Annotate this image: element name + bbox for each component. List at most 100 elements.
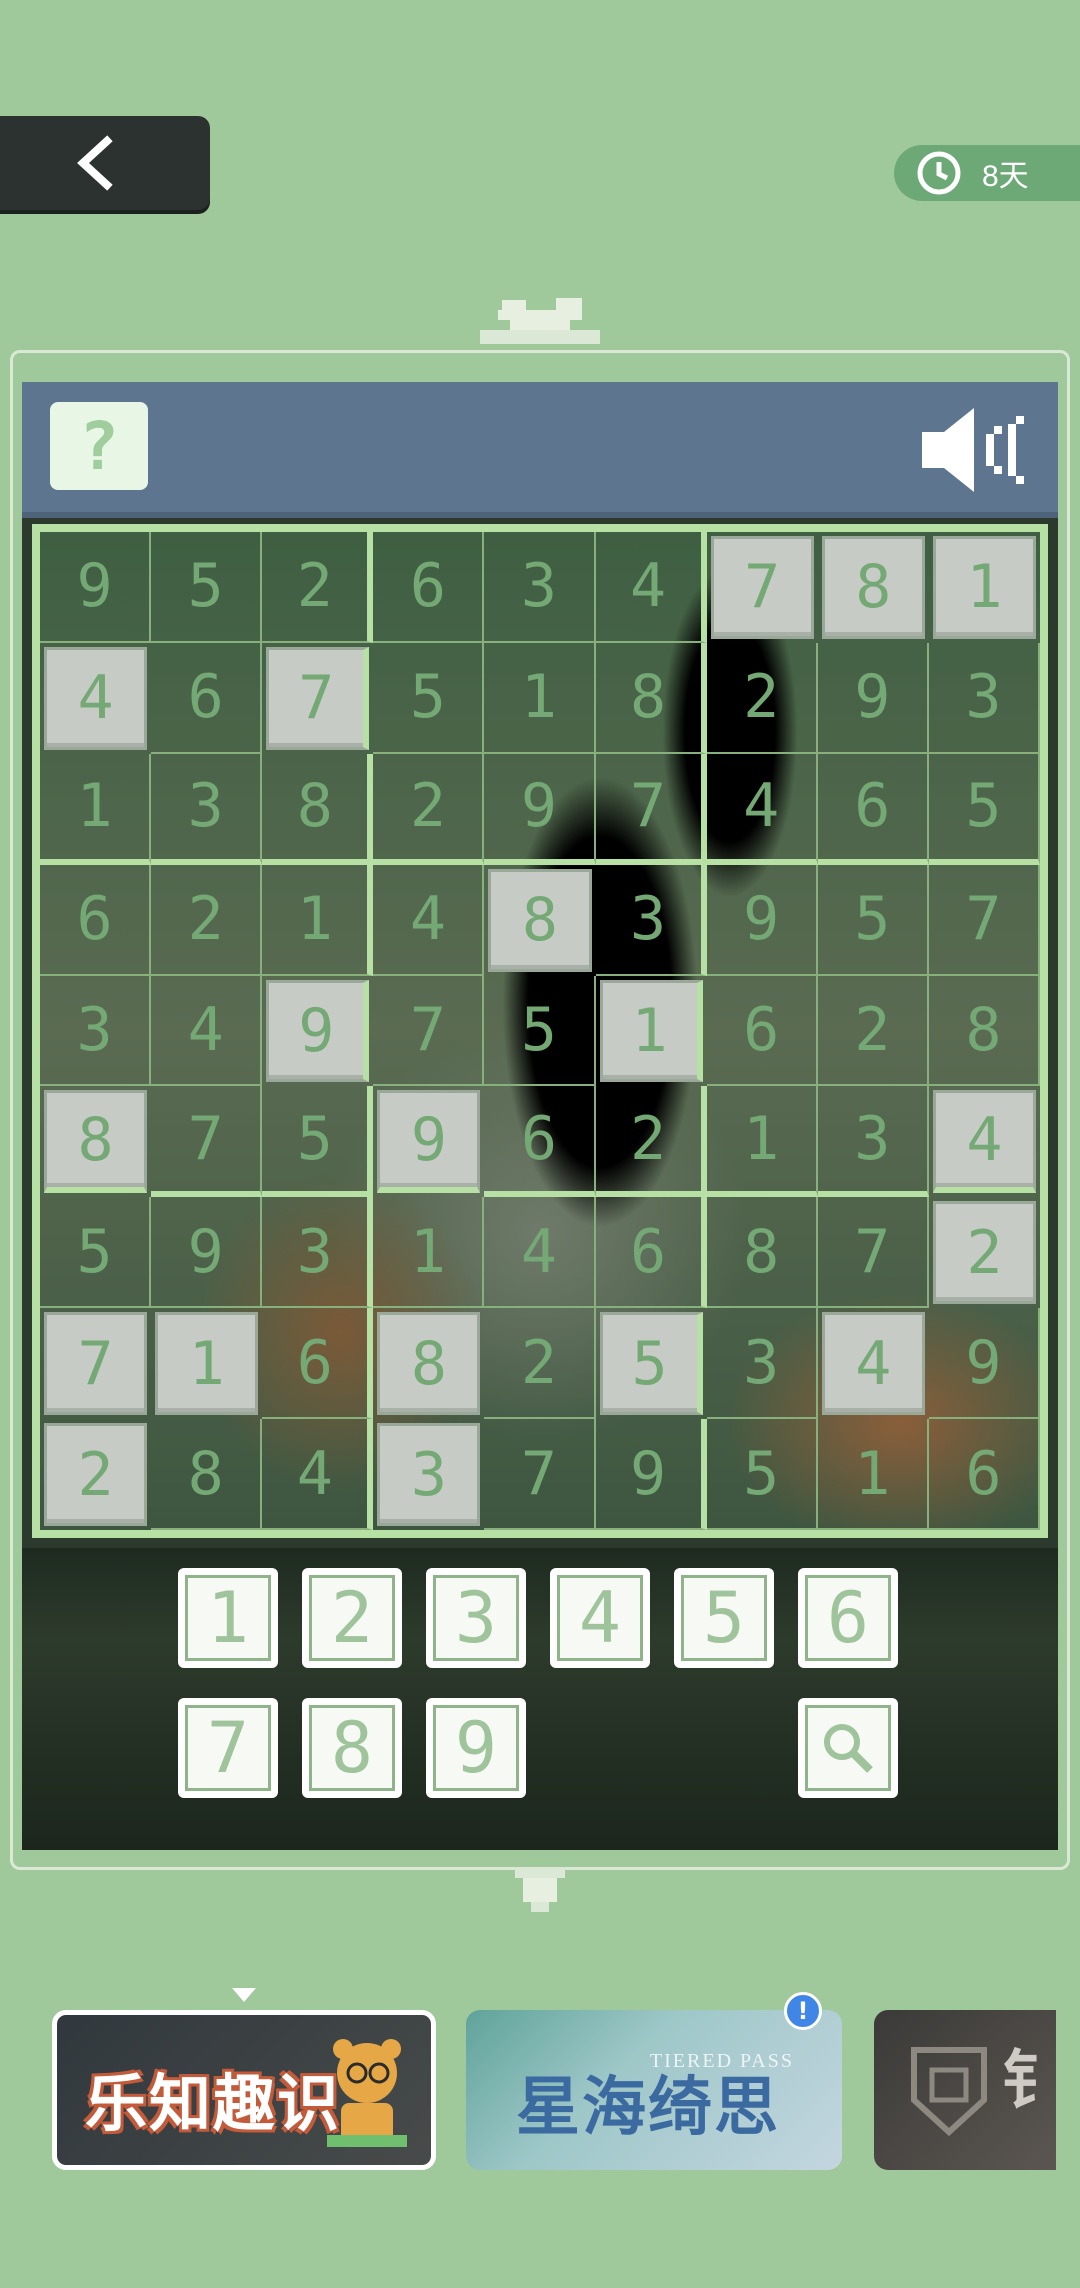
board-cell[interactable]: 7	[710, 536, 814, 639]
board-cell[interactable]: 4	[932, 1090, 1036, 1194]
board-cell[interactable]: 6	[40, 864, 152, 976]
board-cell[interactable]: 2	[151, 864, 263, 976]
hint-button[interactable]	[798, 1698, 898, 1798]
board-cell[interactable]: 6	[151, 642, 263, 754]
board-cell[interactable]: 5	[928, 753, 1040, 865]
board-cell[interactable]: 2	[817, 975, 929, 1087]
board-cell[interactable]: 8	[821, 536, 925, 639]
board-cell[interactable]: 2	[262, 532, 374, 643]
board-cell[interactable]: 9	[266, 979, 370, 1083]
number-key-8[interactable]: 8	[302, 1698, 402, 1798]
frame-ornament-bottom	[515, 1868, 565, 1912]
board-cell[interactable]: 7	[928, 864, 1040, 976]
board-cell[interactable]: 8	[595, 642, 707, 754]
board-cell[interactable]: 7	[595, 753, 707, 865]
board-cell[interactable]: 9	[484, 753, 596, 865]
chevron-left-icon	[77, 135, 113, 191]
board-cell[interactable]: 9	[706, 864, 818, 976]
board-cell[interactable]: 4	[706, 753, 818, 865]
back-button[interactable]	[0, 116, 210, 210]
event-card-partial[interactable]: 钅	[874, 2010, 1056, 2170]
board-cell[interactable]: 9	[817, 642, 929, 754]
board-cell[interactable]: 8	[488, 868, 592, 972]
board-cell[interactable]: 5	[151, 532, 263, 643]
board-cell[interactable]: 3	[817, 1086, 929, 1198]
board-cell[interactable]: 6	[706, 975, 818, 1087]
board-cell[interactable]: 7	[484, 1419, 596, 1530]
board-cell[interactable]: 2	[484, 1308, 596, 1420]
board-cell[interactable]: 3	[928, 642, 1040, 754]
board-cell[interactable]: 8	[377, 1312, 481, 1416]
board-cell[interactable]: 4	[821, 1312, 925, 1416]
board-cell[interactable]: 7	[373, 975, 485, 1087]
board-cell[interactable]: 4	[595, 532, 707, 643]
board-cell[interactable]: 8	[928, 975, 1040, 1087]
board-cell[interactable]: 8	[706, 1197, 818, 1309]
board-cell[interactable]: 3	[262, 1197, 374, 1309]
board-cell[interactable]: 5	[817, 864, 929, 976]
board-cell[interactable]: 3	[484, 532, 596, 643]
board-cell[interactable]: 6	[817, 753, 929, 865]
board-cell[interactable]: 4	[373, 864, 485, 976]
board-cell[interactable]: 5	[262, 1086, 374, 1198]
board-cell[interactable]: 2	[706, 642, 818, 754]
board-cell[interactable]: 5	[40, 1197, 152, 1309]
speaker-icon[interactable]	[920, 402, 1036, 498]
board-cell[interactable]: 5	[706, 1419, 818, 1530]
board-cell[interactable]: 9	[928, 1308, 1040, 1420]
number-key-3[interactable]: 3	[426, 1568, 526, 1668]
board-cell[interactable]: 3	[595, 864, 707, 976]
board-cell[interactable]: 8	[44, 1090, 148, 1194]
board-cell[interactable]: 5	[484, 975, 596, 1087]
board-cell[interactable]: 6	[928, 1419, 1040, 1530]
board-cell[interactable]: 1	[932, 536, 1036, 639]
board-cell[interactable]: 2	[932, 1201, 1036, 1305]
board-cell[interactable]: 2	[595, 1086, 707, 1198]
number-key-6[interactable]: 6	[798, 1568, 898, 1668]
board-cell[interactable]: 5	[599, 1312, 703, 1416]
board-cell[interactable]: 6	[262, 1308, 374, 1420]
board-cell[interactable]: 1	[599, 979, 703, 1083]
help-button[interactable]: ?	[50, 402, 148, 490]
board-cell[interactable]: 9	[151, 1197, 263, 1309]
number-key-9[interactable]: 9	[426, 1698, 526, 1798]
board-cell[interactable]: 4	[262, 1419, 374, 1530]
number-key-4[interactable]: 4	[550, 1568, 650, 1668]
board-cell[interactable]: 6	[373, 532, 485, 643]
board-cell[interactable]: 7	[44, 1312, 148, 1416]
board-cell[interactable]: 3	[706, 1308, 818, 1420]
board-cell[interactable]: 1	[262, 864, 374, 976]
board-cell[interactable]: 7	[151, 1086, 263, 1198]
board-cell[interactable]: 9	[40, 532, 152, 643]
board-cell[interactable]: 1	[373, 1197, 485, 1309]
board-cell[interactable]: 9	[377, 1090, 481, 1194]
board-cell[interactable]: 3	[377, 1423, 481, 1526]
board-cell[interactable]: 7	[817, 1197, 929, 1309]
board-cell[interactable]: 9	[595, 1419, 707, 1530]
number-key-1[interactable]: 1	[178, 1568, 278, 1668]
board-cell[interactable]: 3	[151, 753, 263, 865]
sudoku-board: 9526347814675182931382974656214839573497…	[32, 524, 1048, 1538]
board-cell[interactable]: 4	[484, 1197, 596, 1309]
event-card-knowledge[interactable]: 乐知趣识	[52, 2010, 436, 2170]
board-cell[interactable]: 8	[262, 753, 374, 865]
board-cell[interactable]: 4	[151, 975, 263, 1087]
board-cell[interactable]: 2	[373, 753, 485, 865]
number-key-2[interactable]: 2	[302, 1568, 402, 1668]
board-cell[interactable]: 8	[151, 1419, 263, 1530]
board-cell[interactable]: 2	[44, 1423, 148, 1526]
board-cell[interactable]: 4	[44, 646, 148, 750]
board-cell[interactable]: 6	[595, 1197, 707, 1309]
board-cell[interactable]: 3	[40, 975, 152, 1087]
board-cell[interactable]: 1	[706, 1086, 818, 1198]
board-cell[interactable]: 1	[40, 753, 152, 865]
board-cell[interactable]: 1	[484, 642, 596, 754]
board-cell[interactable]: 1	[817, 1419, 929, 1530]
number-key-7[interactable]: 7	[178, 1698, 278, 1798]
board-cell[interactable]: 6	[484, 1086, 596, 1198]
board-cell[interactable]: 5	[373, 642, 485, 754]
board-cell[interactable]: 7	[266, 646, 370, 750]
event-card-tiered-pass[interactable]: TIERED PASS 星海绮思	[466, 2010, 842, 2170]
number-key-5[interactable]: 5	[674, 1568, 774, 1668]
board-cell[interactable]: 1	[155, 1312, 259, 1416]
